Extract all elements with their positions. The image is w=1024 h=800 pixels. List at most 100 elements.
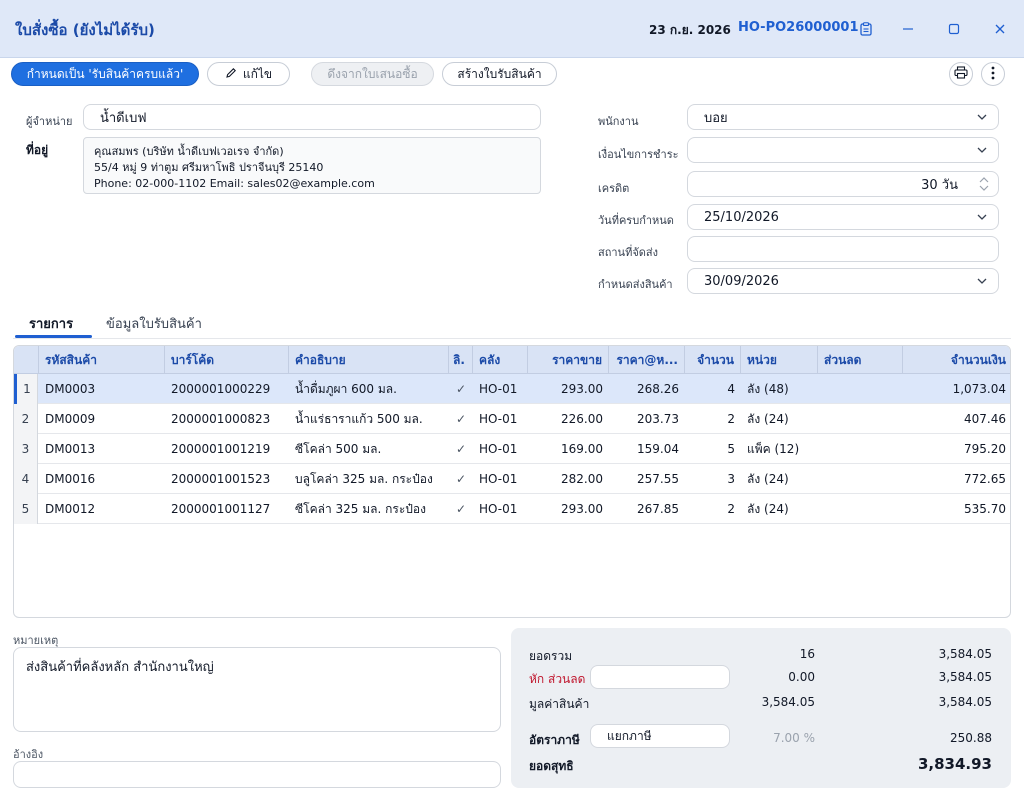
cell-unit-price: 203.73: [637, 412, 679, 426]
header-sell-price[interactable]: ราคาขาย: [528, 346, 609, 374]
edit-button[interactable]: แก้ไข: [207, 62, 290, 86]
net-amount: 3,834.93: [917, 755, 992, 773]
header-vat[interactable]: ลิ.: [449, 346, 473, 374]
cell-unit-price: 267.85: [637, 502, 679, 516]
maximize-icon[interactable]: [943, 18, 965, 40]
tax-amount: 250.88: [950, 731, 992, 745]
cell-vat: ✓: [455, 502, 467, 516]
total-label: ยอดรวม: [529, 649, 573, 663]
close-icon[interactable]: [989, 18, 1011, 40]
table-row[interactable]: 5 DM0012 2000001001127 ซีโคล่า 325 มล. กระป…: [14, 494, 1010, 524]
due-date-picker[interactable]: 25/10/2026: [687, 204, 999, 230]
table-header: รหัสสินค้า บาร์โค้ด คำอธิบาย ลิ. คลัง รา…: [14, 346, 1010, 374]
employee-select[interactable]: บอย: [687, 104, 999, 130]
ship-to-field[interactable]: [687, 236, 999, 262]
supplier-label: ผู้จำหน่าย: [26, 115, 73, 128]
cell-code: DM0013: [45, 442, 96, 456]
cell-description: ซีโคล่า 325 มล. กระป๋อง: [295, 502, 426, 516]
address-line-2: 55/4 หมู่ 9 ท่าตูม ศรีมหาโพธิ ปราจีนบุรี…: [94, 161, 324, 174]
printer-icon: [954, 66, 968, 82]
row-number: 4: [14, 464, 38, 494]
supplier-field[interactable]: น้ำดีเบฟ: [83, 104, 541, 130]
more-vertical-icon: [991, 66, 995, 83]
address-line-3: Phone: 02-000-1102 Email: sales02@exampl…: [94, 177, 375, 190]
address-box: คุณสมพร (บริษัท น้ำดีเบฟเวอเรจ จำกัด) 55…: [83, 137, 541, 194]
cell-sell-price: 169.00: [561, 442, 603, 456]
discount-value: 0.00: [788, 670, 815, 684]
cell-warehouse: HO-01: [479, 382, 518, 396]
cell-unit: ลัง (24): [747, 412, 789, 426]
minimize-icon[interactable]: [897, 18, 919, 40]
cell-amount: 407.46: [964, 412, 1006, 426]
print-button[interactable]: [949, 62, 973, 86]
cell-discount: [818, 494, 903, 524]
cell-vat: ✓: [455, 442, 467, 456]
cell-warehouse: HO-01: [479, 502, 518, 516]
cell-warehouse: HO-01: [479, 412, 518, 426]
pencil-icon: [225, 67, 237, 82]
mark-received-button[interactable]: กำหนดเป็น 'รับสินค้าครบแล้ว': [11, 62, 199, 86]
delivery-date-picker[interactable]: 30/09/2026: [687, 268, 999, 294]
cell-sell-price: 226.00: [561, 412, 603, 426]
cell-description: บลูโคล่า 325 มล. กระป๋อง: [295, 472, 433, 486]
cell-unit: ลัง (48): [747, 382, 789, 396]
document-date: 23 ก.ย. 2026: [649, 23, 731, 37]
remark-textarea[interactable]: ส่งสินค้าที่คลังหลัก สำนักงานใหญ่: [13, 647, 501, 732]
stepper-arrows-icon[interactable]: [978, 174, 990, 198]
header-warehouse[interactable]: คลัง: [473, 346, 528, 374]
cell-discount: [818, 374, 903, 404]
credit-label: เครดิต: [598, 182, 630, 195]
payment-terms-select[interactable]: [687, 137, 999, 163]
cell-barcode: 2000001000229: [171, 382, 271, 396]
window-title: ใบสั่งซื้อ (ยังไม่ได้รับ): [15, 21, 155, 39]
cell-vat: ✓: [455, 382, 467, 396]
cell-barcode: 2000001001523: [171, 472, 271, 486]
header-description[interactable]: คำอธิบาย: [289, 346, 449, 374]
payment-terms-label: เงื่อนไขการชำระ: [598, 148, 679, 161]
po-number: HO-PO26000001: [738, 20, 859, 35]
cell-unit: ลัง (24): [747, 472, 789, 486]
cell-sell-price: 293.00: [561, 382, 603, 396]
header-amount[interactable]: จำนวนเงิน: [903, 346, 1010, 374]
table-row[interactable]: 3 DM0013 2000001001219 ซีโคล่า 500 มล. ✓ HO-0…: [14, 434, 1010, 464]
row-number: 3: [14, 434, 38, 464]
tab-items[interactable]: รายการ: [29, 313, 73, 334]
header-barcode[interactable]: บาร์โค้ด: [165, 346, 289, 374]
header-code[interactable]: รหัสสินค้า: [39, 346, 165, 374]
cell-warehouse: HO-01: [479, 442, 518, 456]
toolbar: กำหนดเป็น 'รับสินค้าครบแล้ว' แก้ไข ดึงจา…: [0, 58, 1024, 92]
cell-vat: ✓: [455, 472, 467, 486]
goods-value: 3,584.05: [761, 695, 815, 709]
address-label: ที่อยู่: [26, 143, 49, 157]
tax-mode-select[interactable]: แยกภาษี: [590, 724, 730, 748]
more-options-button[interactable]: [981, 62, 1005, 86]
discount-input[interactable]: [590, 665, 730, 689]
table-row[interactable]: 2 DM0009 2000001000823 น้ำแร่ธาราแก้ว 500 ม…: [14, 404, 1010, 434]
cell-unit: ลัง (24): [747, 502, 789, 516]
cell-description: ซีโคล่า 500 มล.: [295, 442, 382, 456]
table-row[interactable]: 1 DM0003 2000001000229 น้ำดื่มภูผา 600 มล. ✓…: [14, 374, 1010, 404]
table-row[interactable]: 4 DM0016 2000001001523 บลูโคล่า 325 มล. กระ…: [14, 464, 1010, 494]
tab-receipt-info[interactable]: ข้อมูลใบรับสินค้า: [106, 313, 202, 334]
credit-stepper[interactable]: 30 วัน: [687, 171, 999, 197]
address-line-1: คุณสมพร (บริษัท น้ำดีเบฟเวอเรจ จำกัด): [94, 145, 284, 158]
cell-discount: [818, 434, 903, 464]
pull-from-quote-button[interactable]: ดึงจากใบเสนอซื้อ: [311, 62, 434, 86]
credit-value: 30 วัน: [921, 177, 958, 193]
reference-field[interactable]: [13, 761, 501, 788]
cell-qty: 3: [727, 472, 735, 486]
cell-amount: 772.65: [964, 472, 1006, 486]
header-qty[interactable]: จำนวน: [685, 346, 741, 374]
create-receipt-button[interactable]: สร้างใบรับสินค้า: [442, 62, 557, 86]
clipboard-icon[interactable]: [855, 18, 877, 40]
cell-discount: [818, 464, 903, 494]
chevron-down-icon: [976, 144, 988, 160]
cell-sell-price: 282.00: [561, 472, 603, 486]
cell-code: DM0009: [45, 412, 96, 426]
header-discount[interactable]: ส่วนลด: [818, 346, 903, 374]
delivery-date-value: 30/09/2026: [704, 273, 779, 289]
summary-panel: ยอดรวม 16 3,584.05 หัก ส่วนลด 0.00 3,584…: [511, 628, 1011, 788]
header-unit[interactable]: หน่วย: [741, 346, 818, 374]
header-unit-price[interactable]: ราคา@ห...: [609, 346, 685, 374]
cell-vat: ✓: [455, 412, 467, 426]
